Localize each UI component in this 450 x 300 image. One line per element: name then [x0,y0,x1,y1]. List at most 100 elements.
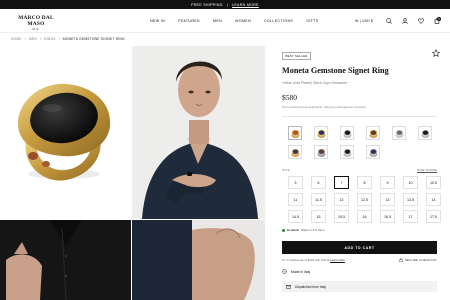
gallery-image-ring[interactable] [0,46,131,219]
variant-swatch[interactable] [340,126,354,141]
ring-thumbnail-icon [368,129,378,138]
search-icon[interactable] [385,18,392,25]
tax-note: Tax included where applicable. Shipping … [282,104,367,109]
package-icon [286,285,291,289]
size-option[interactable]: 6 [311,176,326,190]
installment-note: Or 4 installments of $145 with Klarna [282,258,330,263]
product-gallery [0,46,265,300]
variant-swatch[interactable] [288,145,302,160]
made-in-row: Made in Italy [282,269,442,274]
nav-item-gifts[interactable]: GIFTS [306,19,318,23]
ring-thumbnail-icon [290,148,300,157]
ring-thumbnail-icon [394,129,404,138]
breadcrumb-home[interactable]: HOME [11,37,22,41]
breadcrumb-men[interactable]: MEN [29,37,37,41]
nav-item-collections[interactable]: COLLECTIONS [264,19,293,23]
size-option[interactable]: 11.5 [311,193,326,207]
nav-item-men[interactable]: MEN [213,19,222,23]
product-price: $580 [282,92,297,102]
brand-name: MARCO DAL MASO [18,15,54,27]
add-to-cart-button[interactable]: ADD TO CART [282,241,437,255]
ring-thumbnail-icon [420,129,430,138]
size-option[interactable]: 17.5 [426,210,441,224]
gallery-image-model-shirt[interactable] [0,220,131,300]
main-nav: NEW IN FEATURED MEN WOMEN COLLECTIONS GI… [150,9,319,33]
size-option[interactable]: 8 [357,176,372,190]
size-option[interactable]: 10 [403,176,418,190]
announcement-bar: FREE SHIPPING | LEARN MORE [0,0,450,9]
learn-more-link[interactable]: Learn more [330,258,345,262]
payment-row: Or 4 installments of $145 with Klarna Le… [282,258,437,263]
best-seller-badge: BEST SELLER [282,52,312,60]
product-panel: BEST SELLER Moneta Gemstone Signet Ring … [282,44,442,293]
size-option[interactable]: 17 [403,210,418,224]
announcement-separator: | [226,2,229,7]
size-label: SIZE [282,168,290,173]
divider [282,115,437,117]
badge-check-icon [282,269,287,274]
stock-status: In stock Ships in 3-5 days [282,228,442,232]
variant-swatches [288,126,442,160]
variant-swatch[interactable] [366,145,380,160]
breadcrumb-separator: / [39,37,42,41]
ring-thumbnail-icon [290,129,300,138]
size-option[interactable]: 10.5 [426,176,441,190]
stock-detail: Ships in 3-5 days [300,228,325,233]
size-guide-link[interactable]: SIZE GUIDE [417,168,437,172]
variant-swatch[interactable] [366,126,380,141]
lock-icon [399,258,403,263]
nav-item-featured[interactable]: FEATURED [178,19,200,23]
size-option[interactable]: 13.5 [403,193,418,207]
dispatch-label: Dispatched from Italy [295,284,326,289]
size-option[interactable]: 14.5 [288,210,303,224]
favorite-star-icon[interactable] [431,44,441,62]
stock-dot-icon [282,228,285,232]
made-in-label: Made in Italy [291,269,311,274]
size-option[interactable]: 11 [288,193,303,207]
breadcrumb-current: MONETA GEMSTONE SIGNET RING [62,37,125,41]
brand-logo[interactable]: MARCO DAL MASO M.S. [12,15,60,31]
nav-item-women[interactable]: WOMEN [235,19,251,23]
breadcrumb-rings[interactable]: RINGS [44,37,56,41]
size-option[interactable]: 15 [311,210,326,224]
size-option[interactable]: 7 [334,176,349,190]
size-option[interactable]: 15.5 [334,210,349,224]
nav-item-new-in[interactable]: NEW IN [150,19,165,23]
breadcrumb-separator: / [24,37,26,41]
variant-swatch[interactable] [340,145,354,160]
size-option[interactable]: 13 [380,193,395,207]
size-option[interactable]: 16.5 [380,210,395,224]
secure-checkout: SECURE CHECKOUT [399,258,437,263]
account-icon[interactable] [401,18,408,25]
dispatch-box: Dispatched from Italy [282,281,437,293]
ring-thumbnail-icon [316,129,326,138]
gallery-image-model-hand[interactable] [132,220,265,300]
region-selector[interactable]: IN | USD $ [355,19,373,23]
product-title: Moneta Gemstone Signet Ring [282,66,389,75]
size-option[interactable]: 9 [380,176,395,190]
secure-checkout-label: SECURE CHECKOUT [404,258,437,263]
variant-swatch[interactable] [392,126,406,141]
ring-thumbnail-icon [368,148,378,157]
size-header: SIZE SIZE GUIDE [282,168,437,172]
announcement-learn-more-link[interactable]: LEARN MORE [232,3,259,7]
variant-swatch[interactable] [314,145,328,160]
size-grid: 5 6 7 8 9 10 10.5 11 11.5 12 12.5 13 13.5 14 14.5 15 15.… [288,176,442,224]
product-subtitle: Yellow Gold Plated | Black Onyx Gemstone [282,80,347,85]
wishlist-icon[interactable] [417,18,424,25]
announcement-text: FREE SHIPPING [191,2,223,7]
ring-thumbnail-icon [342,129,352,138]
variant-swatch[interactable] [314,126,328,141]
brand-sub: M.S. [32,28,40,31]
ring-thumbnail-icon [342,148,352,157]
size-option[interactable]: 12.5 [357,193,372,207]
variant-swatch[interactable] [288,126,302,141]
size-option[interactable]: 14 [426,193,441,207]
variant-swatch[interactable] [418,126,432,141]
size-option[interactable]: 5 [288,176,303,190]
header-actions: IN | USD $ [355,9,440,33]
gallery-image-model-portrait[interactable] [132,46,265,219]
size-option[interactable]: 16 [357,210,372,224]
size-option[interactable]: 12 [334,193,349,207]
stock-status-label: In stock [287,228,299,233]
